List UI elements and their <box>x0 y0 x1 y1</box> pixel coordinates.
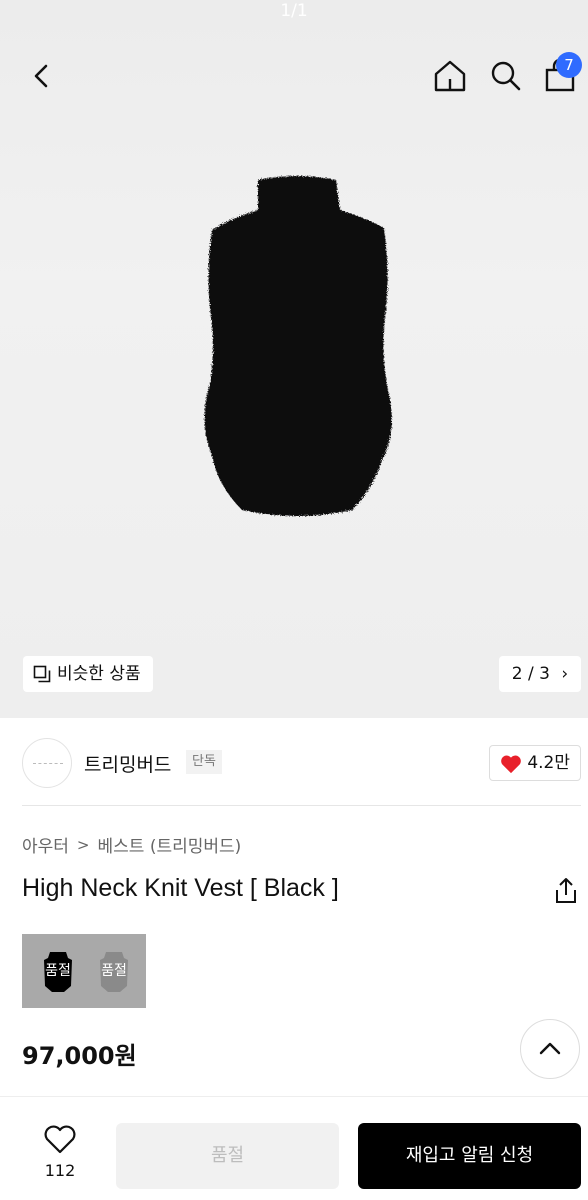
product-image <box>204 176 392 516</box>
chevron-up-icon <box>539 1042 561 1055</box>
breadcrumb-category[interactable]: 아우터 <box>22 832 69 857</box>
restock-alert-button[interactable]: 재입고 알림 신청 <box>358 1123 581 1189</box>
scroll-to-top-button[interactable] <box>520 1019 580 1079</box>
color-swatch-black[interactable]: 품절 <box>36 948 80 994</box>
search-button[interactable] <box>486 56 526 96</box>
brand-like-count: 4.2만 <box>527 753 570 773</box>
breadcrumb: 아우터 > 베스트 (트리밍버드) <box>22 832 242 858</box>
wishlist-button[interactable]: 112 <box>22 1121 98 1189</box>
soldout-button[interactable]: 품절 <box>116 1123 339 1189</box>
soldout-label: 품절 <box>45 963 71 979</box>
brand-logo[interactable] <box>22 738 72 788</box>
breadcrumb-subcategory[interactable]: 베스트 (트리밍버드) <box>98 832 242 857</box>
home-icon <box>434 60 466 92</box>
gallery-pager-text: 2 / 3 <box>511 664 550 684</box>
color-swatch-gray[interactable]: 품절 <box>92 948 136 994</box>
cart-count-badge: 7 <box>556 52 582 78</box>
brand-like-button[interactable]: 4.2만 <box>489 745 581 781</box>
home-button[interactable] <box>430 56 470 96</box>
top-navigation-bar <box>0 48 588 102</box>
chevron-right-icon: › <box>561 664 569 684</box>
copy-icon <box>33 665 51 683</box>
similar-products-button[interactable]: 비슷한 상품 <box>23 656 153 692</box>
product-image-gallery[interactable]: 1/1 7 비슷한 상품 2 / 3 › <box>0 0 588 718</box>
brand-row: 트리밍버드 단독 4.2만 <box>0 736 588 790</box>
product-price: 97,000원 <box>22 1042 137 1070</box>
divider <box>22 805 581 806</box>
gallery-pager[interactable]: 2 / 3 › <box>499 656 581 692</box>
product-title: High Neck Knit Vest [ Black ] <box>22 874 339 902</box>
exclusive-badge: 단독 <box>186 750 222 774</box>
search-icon <box>491 61 521 91</box>
share-icon <box>556 878 576 903</box>
back-button[interactable] <box>22 56 62 96</box>
wishlist-count: 112 <box>44 1161 76 1180</box>
soldout-label: 품절 <box>101 963 127 979</box>
heart-outline-icon <box>44 1125 76 1154</box>
similar-products-label: 비슷한 상품 <box>57 664 141 684</box>
brand-name[interactable]: 트리밍버드 <box>84 750 171 777</box>
image-counter: 1/1 <box>280 1 308 21</box>
bottom-action-bar: 112 품절 재입고 알림 신청 <box>0 1096 588 1200</box>
back-icon <box>34 64 48 88</box>
heart-filled-icon <box>501 755 521 774</box>
share-button[interactable] <box>552 876 580 906</box>
chevron-right-icon: > <box>76 835 90 854</box>
color-options: 품절 품절 <box>22 934 146 1008</box>
